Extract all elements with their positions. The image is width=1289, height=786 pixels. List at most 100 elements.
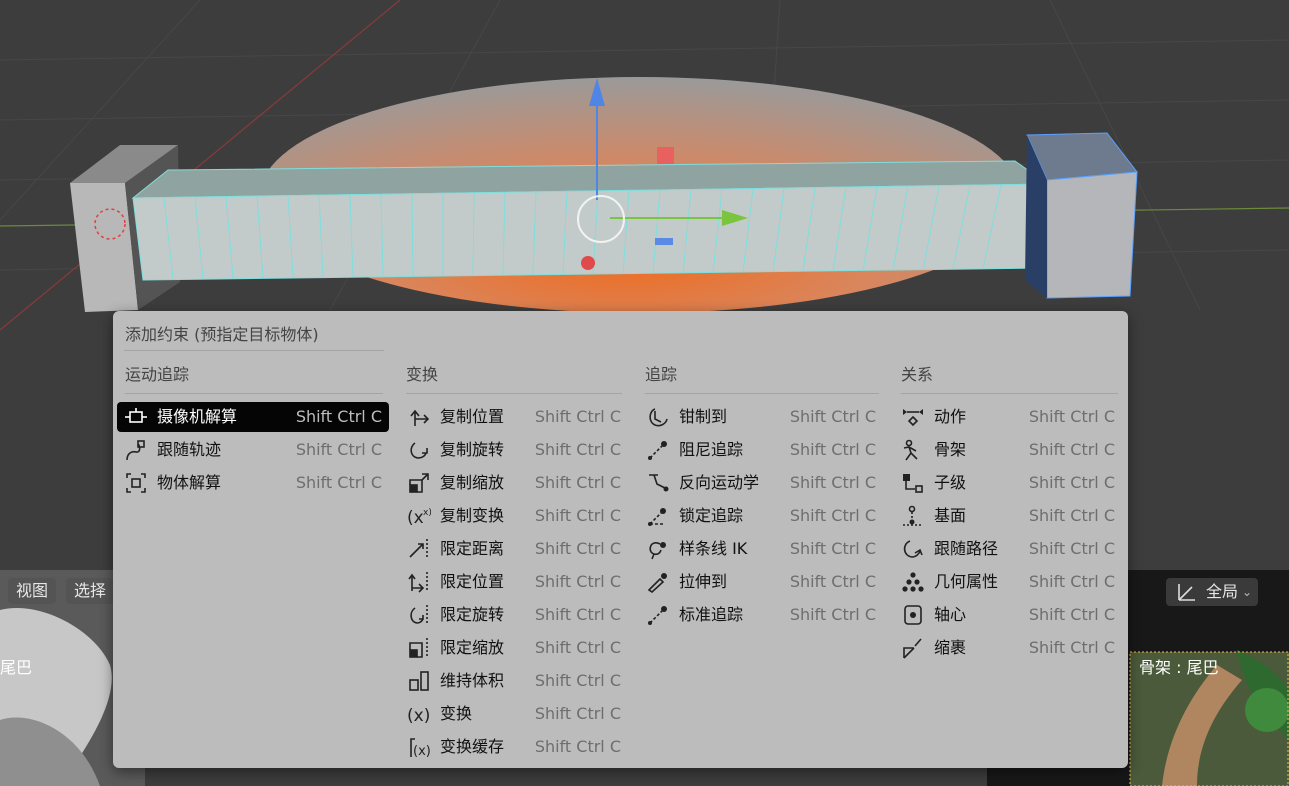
transform-cache-icon: (x) (410, 738, 431, 758)
menu-item-locked-track[interactable]: 锁定追踪 Shift Ctrl C (639, 501, 883, 531)
menu-item-shortcut: Shift Ctrl C (534, 737, 621, 756)
menu-item-label: 轴心 (934, 605, 967, 624)
svg-text:x): x) (423, 508, 431, 518)
copy-rotation-icon (410, 442, 428, 459)
menu-item-pivot[interactable]: 轴心 Shift Ctrl C (894, 600, 1122, 630)
menu-item-label: 复制旋转 (440, 440, 505, 459)
bone-name-label: 尾巴 (0, 658, 33, 677)
menu-item-label: 几何属性 (934, 572, 999, 591)
menu-item-copy-transforms[interactable]: (x x) 复制变换 Shift Ctrl C (400, 501, 628, 531)
track-to-icon (648, 606, 667, 625)
divider (645, 393, 879, 394)
menu-item-track-to[interactable]: 标准追踪 Shift Ctrl C (639, 600, 883, 630)
transformation-icon: (x) (407, 706, 430, 725)
menu-item-label: 跟随轨迹 (157, 440, 222, 459)
menu-item-label: 维持体积 (440, 671, 505, 690)
menu-item-label: 锁定追踪 (679, 506, 744, 525)
menu-item-geometry-attribute[interactable]: 几何属性 Shift Ctrl C (894, 567, 1122, 597)
copy-scale-icon (409, 473, 429, 493)
menu-item-limit-rotation[interactable]: 限定旋转 Shift Ctrl C (400, 600, 628, 630)
armature-bone-label: 骨架 : 尾巴 (1139, 658, 1219, 677)
menu-item-shortcut: Shift Ctrl C (1028, 572, 1115, 591)
menu-item-floor[interactable]: 基面 Shift Ctrl C (894, 501, 1122, 531)
menu-item-limit-location[interactable]: 限定位置 Shift Ctrl C (400, 567, 628, 597)
locked-track-icon (648, 508, 666, 526)
maintain-volume-icon (409, 671, 429, 691)
menu-item-limit-distance[interactable]: 限定距离 Shift Ctrl C (400, 534, 628, 564)
menu-item-camera-solver[interactable]: 摄像机解算 Shift Ctrl C (117, 402, 389, 432)
menu-item-label: 标准追踪 (679, 605, 744, 624)
column-relationship: 关系 动作 Shift Ctrl C 骨架 Shift Ctrl C 子级 Sh… (894, 311, 1122, 768)
transform-orientation-label: 全局 (1206, 582, 1239, 601)
menu-item-object-solver[interactable]: 物体解算 Shift Ctrl C (117, 468, 389, 498)
stretch-to-icon (647, 573, 667, 593)
menu-item-shortcut: Shift Ctrl C (1028, 506, 1115, 525)
menu-item-label: 变换 (440, 704, 473, 723)
column-heading: 变换 (406, 365, 439, 384)
add-constraint-menu: 添加约束 (预指定目标物体) 运动追踪 摄像机解算 Shift Ctrl C 跟… (113, 311, 1128, 768)
menu-item-damped-track[interactable]: 阻尼追踪 Shift Ctrl C (639, 435, 883, 465)
menu-item-shortcut: Shift Ctrl C (1028, 473, 1115, 492)
view-menu-button[interactable]: 视图 (8, 578, 57, 604)
limit-distance-icon (409, 539, 428, 559)
menu-item-label: 复制位置 (440, 407, 505, 426)
menu-item-shortcut: Shift Ctrl C (534, 473, 621, 492)
menu-item-copy-scale[interactable]: 复制缩放 Shift Ctrl C (400, 468, 628, 498)
menu-item-copy-location[interactable]: 复制位置 Shift Ctrl C (400, 402, 628, 432)
menu-item-shortcut: Shift Ctrl C (789, 407, 876, 426)
column-heading: 关系 (901, 365, 934, 384)
pivot-icon (904, 605, 922, 625)
column-tracking: 追踪 钳制到 Shift Ctrl C 阻尼追踪 Shift Ctrl C 反向… (639, 311, 883, 768)
geometry-attribute-icon (902, 572, 924, 592)
menu-item-shortcut: Shift Ctrl C (1028, 605, 1115, 624)
menu-item-spline-ik[interactable]: 样条线 IK Shift Ctrl C (639, 534, 883, 564)
menu-item-shortcut: Shift Ctrl C (295, 473, 382, 492)
action-icon (903, 409, 923, 427)
menu-item-label: 骨架 (934, 440, 967, 459)
svg-text:(x): (x) (407, 706, 430, 725)
menu-item-copy-rotation[interactable]: 复制旋转 Shift Ctrl C (400, 435, 628, 465)
limit-rotation-icon (410, 605, 428, 625)
menu-item-shortcut: Shift Ctrl C (534, 671, 621, 690)
column-transform: 变换 复制位置 Shift Ctrl C 复制旋转 Shift Ctrl C 复… (400, 311, 628, 768)
floor-icon (903, 505, 923, 526)
copy-location-icon (410, 409, 430, 426)
menu-item-follow-path[interactable]: 跟随路径 Shift Ctrl C (894, 534, 1122, 564)
menu-item-shortcut: Shift Ctrl C (789, 506, 876, 525)
menu-item-maintain-volume[interactable]: 维持体积 Shift Ctrl C (400, 666, 628, 696)
menu-item-armature[interactable]: 骨架 Shift Ctrl C (894, 435, 1122, 465)
menu-item-child-of[interactable]: 子级 Shift Ctrl C (894, 468, 1122, 498)
menu-item-clamp-to[interactable]: 钳制到 Shift Ctrl C (639, 402, 883, 432)
divider (901, 393, 1118, 394)
transform-orientation-dropdown[interactable]: 全局 ⌄ (1166, 578, 1258, 606)
menu-item-follow-track[interactable]: 跟随轨迹 Shift Ctrl C (117, 435, 389, 465)
menu-item-shrinkwrap[interactable]: 缩裹 Shift Ctrl C (894, 633, 1122, 663)
menu-item-label: 子级 (934, 473, 967, 492)
menu-item-action[interactable]: 动作 Shift Ctrl C (894, 402, 1122, 432)
armature-icon (903, 439, 918, 461)
menu-item-shortcut: Shift Ctrl C (534, 506, 621, 525)
camera-solver-icon (125, 408, 147, 423)
menu-item-shortcut: Shift Ctrl C (789, 605, 876, 624)
menu-item-transformation[interactable]: (x) 变换 Shift Ctrl C (400, 699, 628, 729)
menu-item-shortcut: Shift Ctrl C (789, 473, 876, 492)
menu-item-label: 缩裹 (934, 638, 967, 657)
menu-item-shortcut: Shift Ctrl C (534, 440, 621, 459)
svg-text:(x): (x) (413, 744, 431, 758)
menu-item-label: 限定旋转 (440, 605, 505, 624)
column-heading: 追踪 (645, 365, 678, 384)
menu-item-stretch-to[interactable]: 拉伸到 Shift Ctrl C (639, 567, 883, 597)
limit-location-icon (408, 572, 428, 593)
shrinkwrap-icon (903, 638, 922, 659)
menu-item-label: 反向运动学 (679, 473, 760, 492)
menu-item-limit-scale[interactable]: 限定缩放 Shift Ctrl C (400, 633, 628, 663)
column-motion-tracking: 运动追踪 摄像机解算 Shift Ctrl C 跟随轨迹 Shift Ctrl … (117, 311, 389, 768)
spline-ik-icon (649, 542, 666, 560)
menu-item-shortcut: Shift Ctrl C (1028, 638, 1115, 657)
select-menu-button[interactable]: 选择 (66, 578, 115, 604)
svg-text:(x: (x (407, 508, 424, 527)
menu-item-inverse-kinematics[interactable]: 反向运动学 Shift Ctrl C (639, 468, 883, 498)
menu-item-transform-cache[interactable]: (x) 变换缓存 Shift Ctrl C (400, 732, 628, 762)
menu-item-label: 拉伸到 (679, 572, 728, 591)
menu-item-shortcut: Shift Ctrl C (1028, 539, 1115, 558)
